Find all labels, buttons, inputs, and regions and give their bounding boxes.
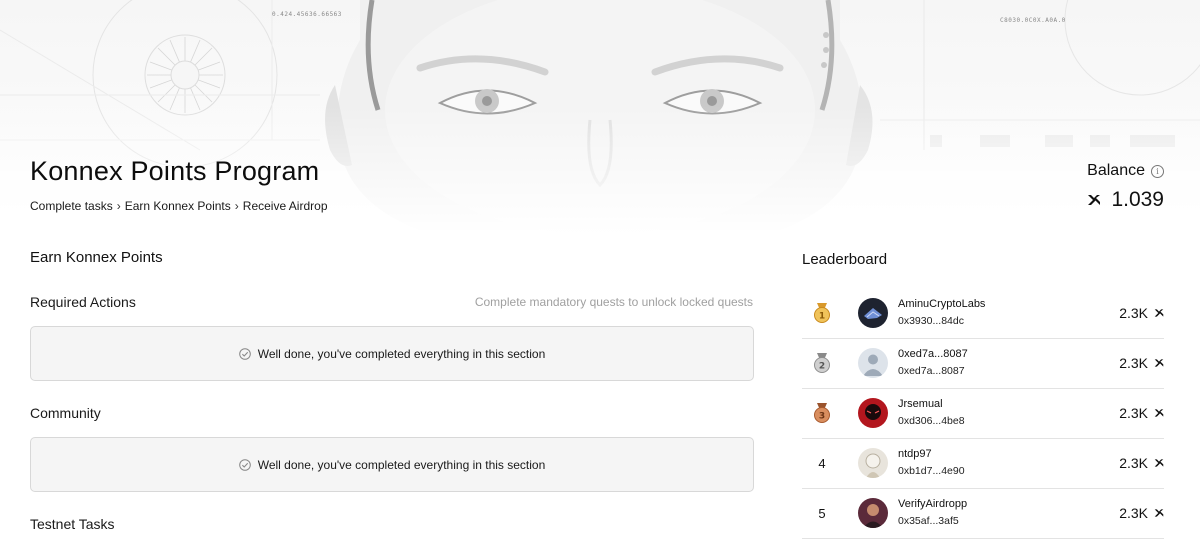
avatar xyxy=(858,448,888,478)
wallet-address: 0x3930...84dc xyxy=(898,315,964,327)
points-value: 2.3K xyxy=(1119,505,1164,521)
leaderboard-row[interactable]: 3 Jrsemual 0xd306...4be8 2.3K xyxy=(802,389,1164,439)
user-name: ntdp97 xyxy=(898,448,932,460)
leaderboard-title: Leaderboard xyxy=(802,251,888,268)
avatar xyxy=(858,498,888,528)
leaderboard-row[interactable]: 2 0xed7a...8087 0xed7a...8087 2.3K xyxy=(802,339,1164,389)
konnex-points-icon xyxy=(1088,195,1101,205)
breadcrumb-step-2: Earn Konnex Points xyxy=(124,199,231,213)
points-amount: 2.3K xyxy=(1119,305,1148,321)
leaderboard-row[interactable]: 5 VerifyAirdropp 0x35af...3af5 2.3K xyxy=(802,489,1164,539)
required-actions-panel: Well done, you've completed everything i… xyxy=(30,326,754,381)
svg-text:2: 2 xyxy=(819,362,825,372)
points-value: 2.3K xyxy=(1119,405,1164,421)
wallet-address: 0xb1d7...4e90 xyxy=(898,465,965,477)
rank-number: 4 xyxy=(818,455,826,471)
balance-label: Balance i xyxy=(1087,162,1164,180)
wallet-address: 0xed7a...8087 xyxy=(898,365,965,377)
user-name: 0xed7a...8087 xyxy=(898,348,968,360)
konnex-points-icon xyxy=(1154,459,1164,467)
avatar xyxy=(858,298,888,328)
points-value: 2.3K xyxy=(1119,455,1164,471)
svg-text:1: 1 xyxy=(819,312,825,322)
points-amount: 2.3K xyxy=(1119,405,1148,421)
konnex-points-icon xyxy=(1154,359,1164,367)
gold-medal-icon: 1 xyxy=(810,301,834,325)
info-icon[interactable]: i xyxy=(1151,164,1164,178)
leaderboard-row[interactable]: 4 ntdp97 0xb1d7...4e90 2.3K xyxy=(802,439,1164,489)
rank-number: 5 xyxy=(818,505,826,521)
silver-medal-icon: 2 xyxy=(810,351,834,375)
leaderboard-row[interactable]: 1 AminuCryptoLabs 0x3930...84dc 2.3K xyxy=(802,289,1164,339)
community-title: Community xyxy=(30,405,101,421)
required-actions-title: Required Actions xyxy=(30,294,136,310)
svg-text:3: 3 xyxy=(819,412,825,422)
breadcrumb-separator: › xyxy=(234,199,239,213)
hero-coordinate-left: 0.424.45636.66563 xyxy=(272,11,342,18)
user-name: Jrsemual xyxy=(898,398,943,410)
balance-value: 1.039 xyxy=(1087,188,1164,212)
konnex-points-icon xyxy=(1154,309,1164,317)
check-circle-icon xyxy=(238,347,251,360)
points-amount: 2.3K xyxy=(1119,355,1148,371)
testnet-tasks-title: Testnet Tasks xyxy=(30,516,115,532)
earn-points-heading: Earn Konnex Points xyxy=(30,249,163,266)
konnex-points-icon xyxy=(1154,409,1164,417)
page-title: Konnex Points Program xyxy=(30,156,320,186)
avatar xyxy=(858,398,888,428)
balance-amount: 1.039 xyxy=(1111,188,1164,211)
konnex-points-icon xyxy=(1154,509,1164,517)
points-value: 2.3K xyxy=(1119,355,1164,371)
bronze-medal-icon: 3 xyxy=(810,401,834,425)
avatar xyxy=(858,348,888,378)
completion-message: Well done, you've completed everything i… xyxy=(257,346,546,361)
community-panel: Well done, you've completed everything i… xyxy=(30,437,754,492)
check-circle-icon xyxy=(238,458,251,471)
wallet-address: 0xd306...4be8 xyxy=(898,415,965,427)
user-name: AminuCryptoLabs xyxy=(898,298,986,310)
hero-coordinate-right: C8030.0C0X.A0A.0 xyxy=(1000,17,1066,24)
points-amount: 2.3K xyxy=(1119,455,1148,471)
required-actions-hint: Complete mandatory quests to unlock lock… xyxy=(474,295,753,309)
wallet-address: 0x35af...3af5 xyxy=(898,515,959,527)
breadcrumb: Complete tasks › Earn Konnex Points › Re… xyxy=(30,199,328,213)
points-amount: 2.3K xyxy=(1119,505,1148,521)
completion-message: Well done, you've completed everything i… xyxy=(257,457,546,472)
breadcrumb-step-1: Complete tasks xyxy=(30,199,113,213)
leaderboard-list: 1 AminuCryptoLabs 0x3930...84dc 2.3K 2 0… xyxy=(802,289,1164,539)
breadcrumb-step-3: Receive Airdrop xyxy=(242,199,328,213)
balance-label-text: Balance xyxy=(1087,162,1145,179)
points-value: 2.3K xyxy=(1119,305,1164,321)
user-name: VerifyAirdropp xyxy=(898,498,968,510)
breadcrumb-separator: › xyxy=(116,199,121,213)
